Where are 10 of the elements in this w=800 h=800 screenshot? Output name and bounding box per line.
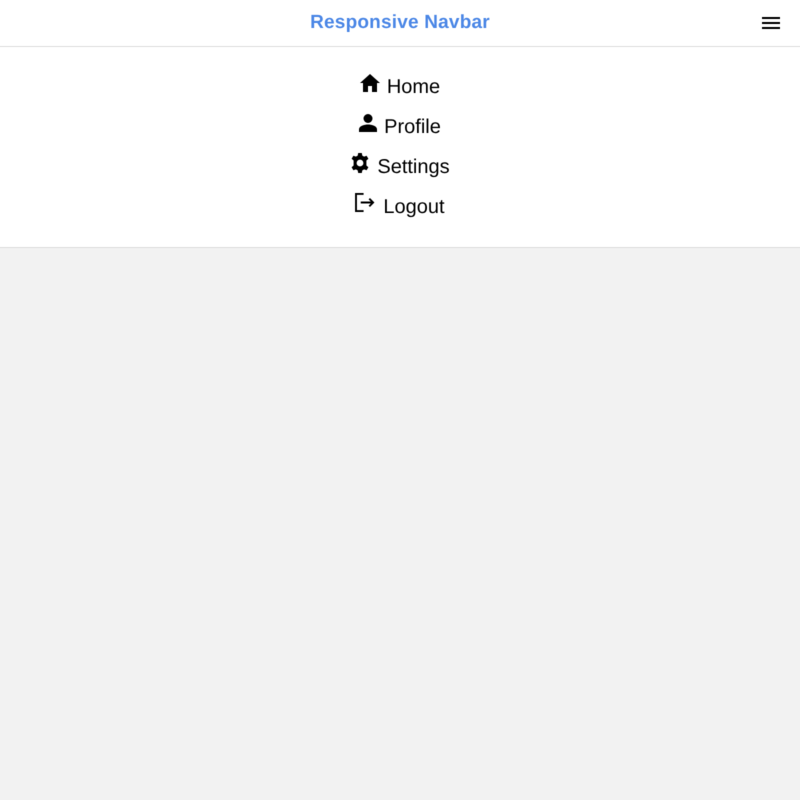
menu-link[interactable]: Home — [360, 67, 440, 107]
menu-link[interactable]: Profile — [359, 107, 441, 147]
house-icon — [360, 74, 380, 92]
logout-icon — [355, 193, 376, 212]
navbar-title[interactable]: Responsive Navbar — [310, 12, 490, 34]
menu-icon — [762, 17, 780, 29]
gear-icon — [350, 152, 370, 172]
menu-link[interactable]: Settings — [350, 147, 450, 187]
menu-link[interactable]: Logout — [355, 187, 445, 227]
person-icon — [359, 114, 378, 132]
